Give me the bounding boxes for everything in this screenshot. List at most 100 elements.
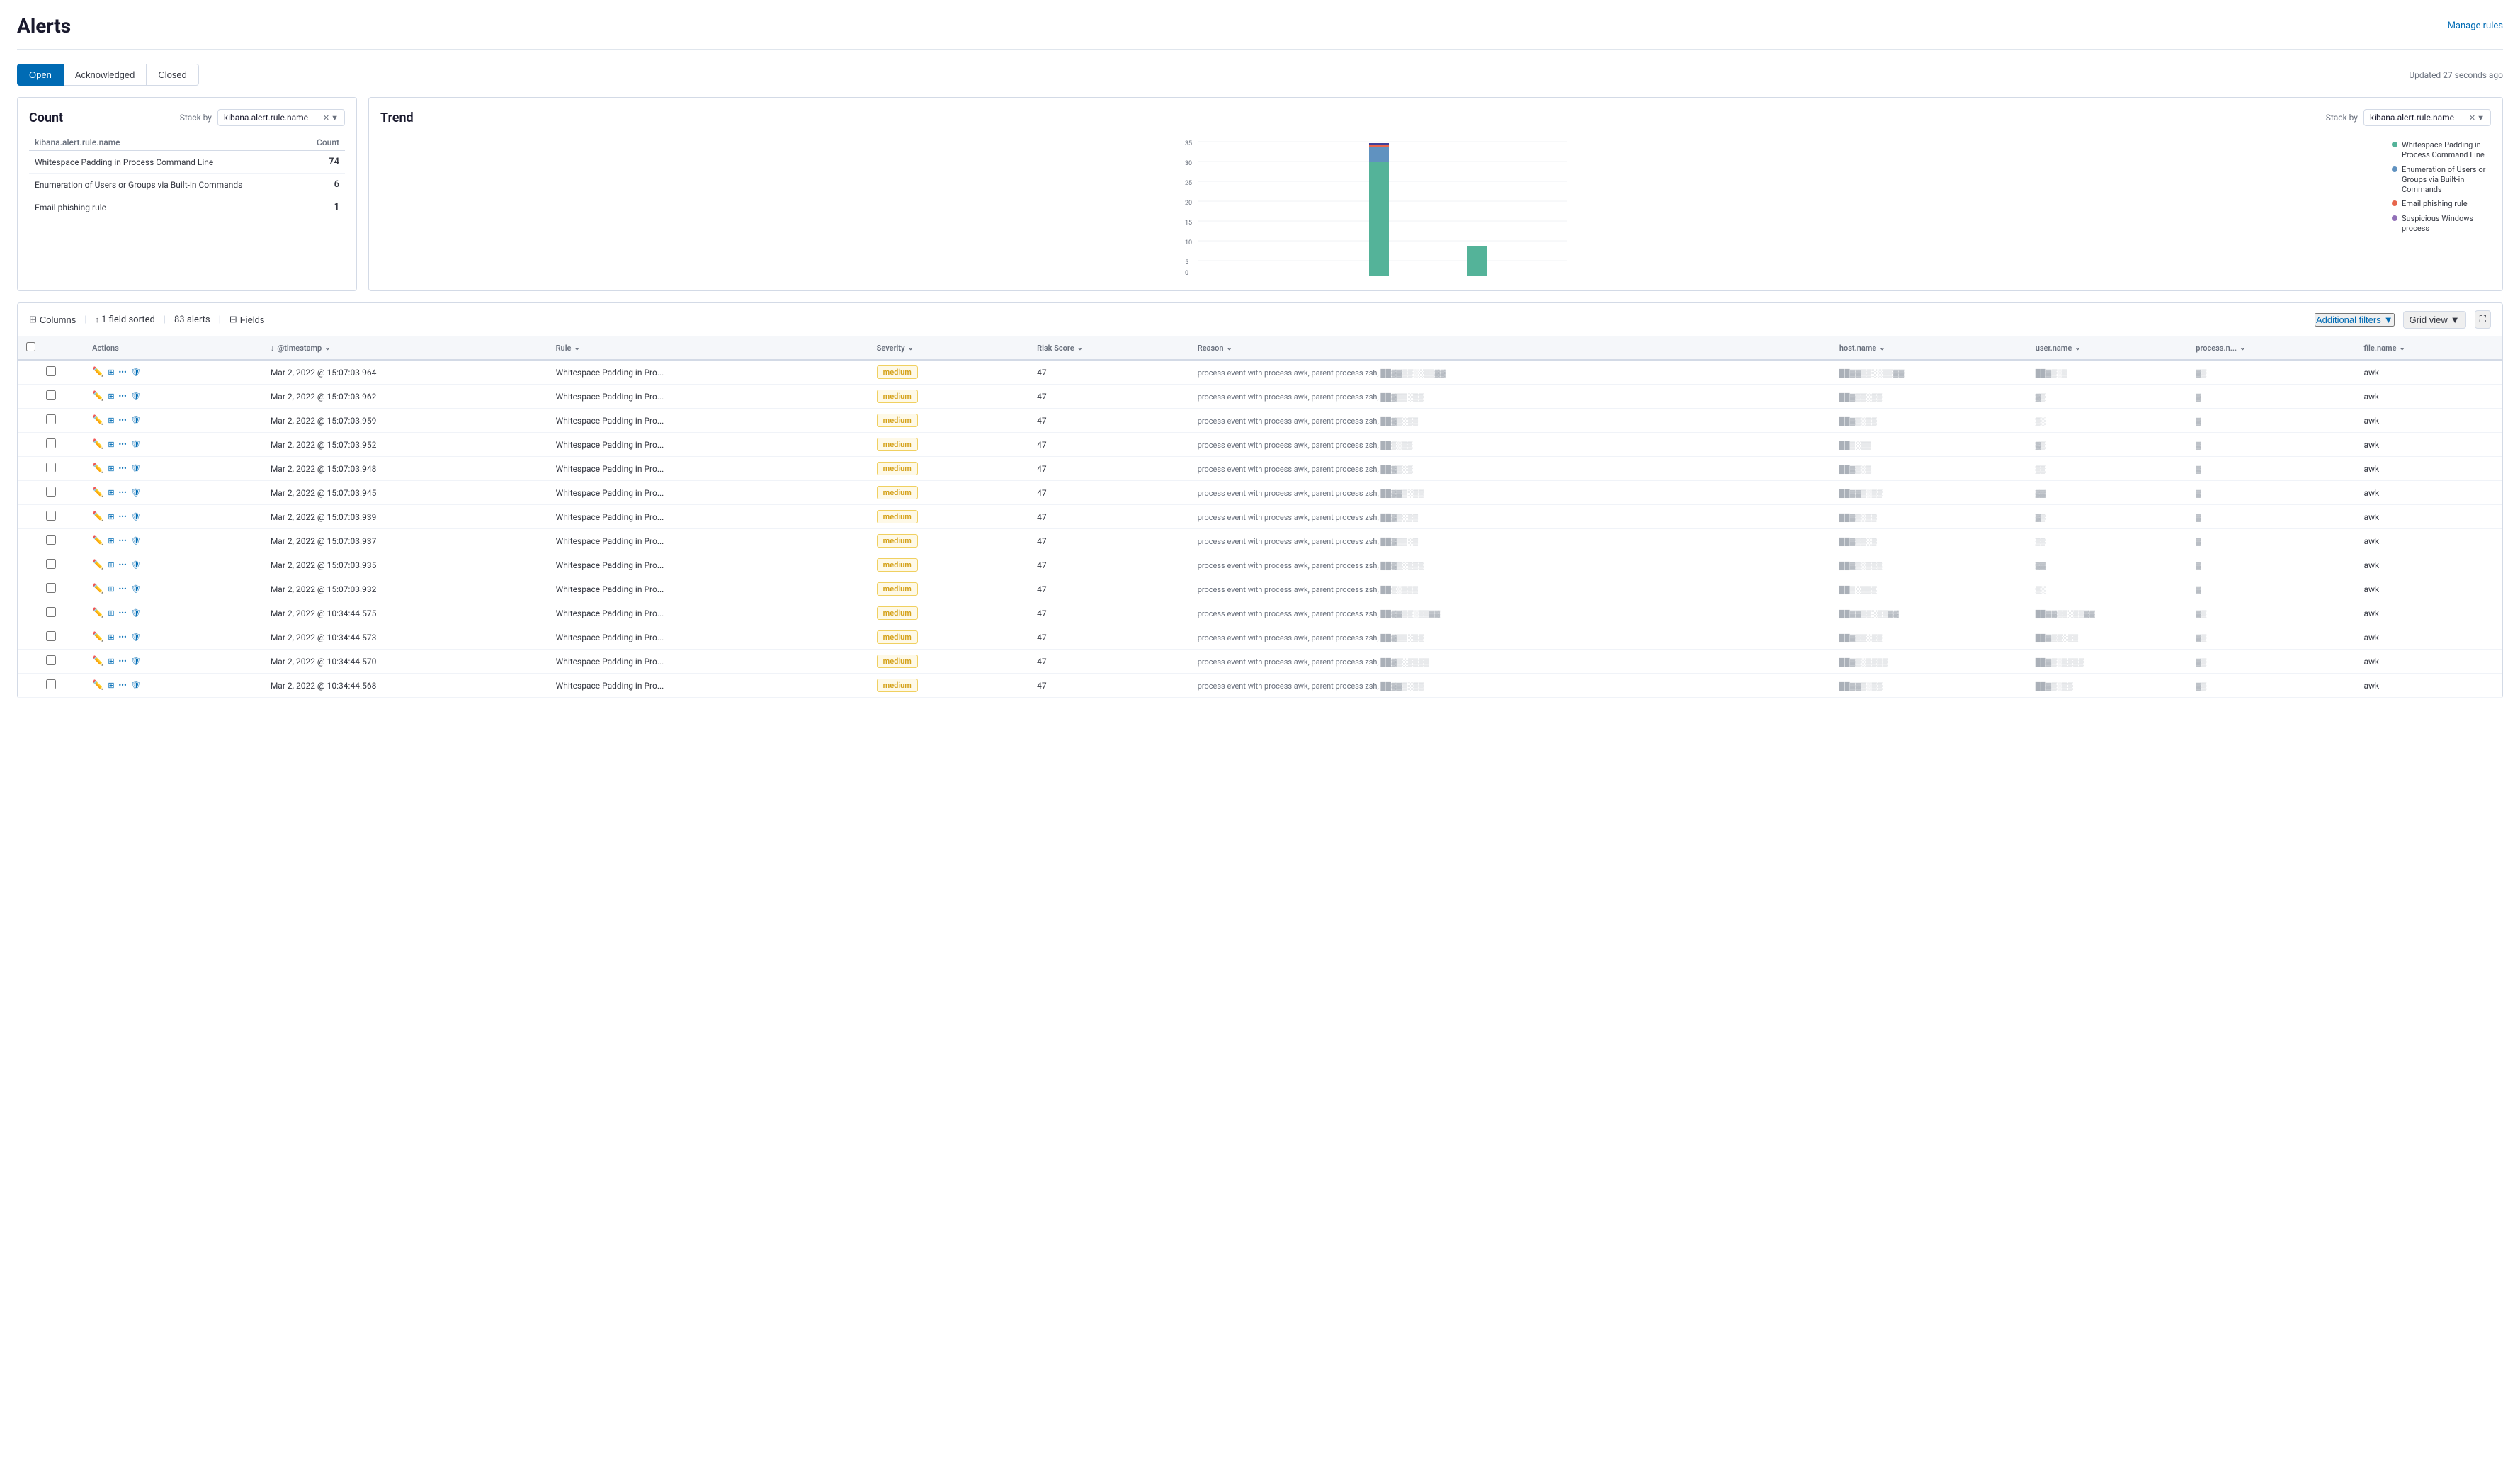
edit-icon[interactable]: ✏️ — [92, 463, 103, 474]
investigate-icon[interactable]: ⊞ — [108, 633, 114, 642]
row-checkbox[interactable] — [46, 511, 56, 521]
edit-icon[interactable]: ✏️ — [92, 391, 103, 402]
more-icon[interactable]: ••• — [119, 512, 127, 521]
alert-icon[interactable]: 🛡 — [131, 633, 141, 642]
trend-stack-by-select[interactable]: kibana.alert.rule.name ✕ ▼ — [2363, 109, 2491, 126]
more-icon[interactable]: ••• — [119, 368, 127, 377]
more-icon[interactable]: ••• — [119, 416, 127, 425]
tab-acknowledged[interactable]: Acknowledged — [64, 64, 147, 86]
header-rule[interactable]: Rule ⌄ — [547, 336, 868, 360]
manage-rules-link[interactable]: Manage rules — [2448, 21, 2503, 31]
edit-icon[interactable]: ✏️ — [92, 656, 103, 667]
edit-icon[interactable]: ✏️ — [92, 439, 103, 450]
tab-closed[interactable]: Closed — [147, 64, 198, 86]
edit-icon[interactable]: ✏️ — [92, 560, 103, 570]
edit-icon[interactable]: ✏️ — [92, 608, 103, 618]
investigate-icon[interactable]: ⊞ — [108, 368, 114, 377]
header-riskscore[interactable]: Risk Score ⌄ — [1028, 336, 1189, 360]
header-username[interactable]: user.name ⌄ — [2027, 336, 2188, 360]
investigate-icon[interactable]: ⊞ — [108, 512, 114, 521]
edit-icon[interactable]: ✏️ — [92, 584, 103, 594]
trend-chevron-down-icon[interactable]: ▼ — [2477, 113, 2485, 123]
header-filename[interactable]: file.name ⌄ — [2355, 336, 2502, 360]
trend-clear-icon[interactable]: ✕ — [2469, 113, 2475, 123]
header-hostname[interactable]: host.name ⌄ — [1831, 336, 2027, 360]
investigate-icon[interactable]: ⊞ — [108, 657, 114, 666]
header-process[interactable]: process.n... ⌄ — [2187, 336, 2355, 360]
more-icon[interactable]: ••• — [119, 464, 127, 473]
row-checkbox[interactable] — [46, 559, 56, 569]
edit-icon[interactable]: ✏️ — [92, 632, 103, 642]
edit-icon[interactable]: ✏️ — [92, 680, 103, 691]
edit-icon[interactable]: ✏️ — [92, 487, 103, 498]
more-icon[interactable]: ••• — [119, 560, 127, 570]
alert-icon[interactable]: 🛡 — [131, 681, 141, 690]
alert-icon[interactable]: 🛡 — [131, 512, 141, 521]
edit-icon[interactable]: ✏️ — [92, 367, 103, 378]
more-icon[interactable]: ••• — [119, 633, 127, 642]
count-stack-by-select[interactable]: kibana.alert.rule.name ✕ ▼ — [217, 109, 345, 126]
more-icon[interactable]: ••• — [119, 681, 127, 690]
row-checkbox[interactable] — [46, 463, 56, 472]
more-icon[interactable]: ••• — [119, 488, 127, 497]
columns-button[interactable]: ⊞ Columns — [29, 314, 76, 325]
investigate-icon[interactable]: ⊞ — [108, 464, 114, 473]
row-rule: Whitespace Padding in Pro... — [547, 457, 868, 481]
select-all-checkbox[interactable] — [26, 342, 35, 351]
more-icon[interactable]: ••• — [119, 608, 127, 618]
more-icon[interactable]: ••• — [119, 392, 127, 401]
alert-icon[interactable]: 🛡 — [131, 416, 141, 425]
investigate-icon[interactable]: ⊞ — [108, 560, 114, 570]
investigate-icon[interactable]: ⊞ — [108, 416, 114, 425]
row-checkbox[interactable] — [46, 535, 56, 545]
trend-chart: 35 30 25 20 15 10 5 0 — [380, 135, 2386, 279]
alert-icon[interactable]: 🛡 — [131, 584, 141, 594]
more-icon[interactable]: ••• — [119, 440, 127, 449]
alert-icon[interactable]: 🛡 — [131, 368, 141, 377]
row-checkbox[interactable] — [46, 583, 56, 593]
investigate-icon[interactable]: ⊞ — [108, 681, 114, 690]
more-icon[interactable]: ••• — [119, 536, 127, 545]
investigate-icon[interactable]: ⊞ — [108, 440, 114, 449]
tab-open[interactable]: Open — [17, 64, 64, 86]
row-checkbox-cell — [18, 674, 84, 698]
row-rule: Whitespace Padding in Pro... — [547, 553, 868, 577]
row-checkbox[interactable] — [46, 414, 56, 424]
clear-icon[interactable]: ✕ — [323, 113, 329, 123]
header-severity[interactable]: Severity ⌄ — [868, 336, 1029, 360]
additional-filters-button[interactable]: Additional filters ▼ — [2315, 313, 2395, 327]
row-checkbox[interactable] — [46, 655, 56, 665]
investigate-icon[interactable]: ⊞ — [108, 488, 114, 497]
edit-icon[interactable]: ✏️ — [92, 511, 103, 522]
fullscreen-button[interactable]: ⛶ — [2475, 310, 2491, 329]
alert-icon[interactable]: 🛡 — [131, 657, 141, 666]
alert-icon[interactable]: 🛡 — [131, 488, 141, 497]
row-checkbox[interactable] — [46, 487, 56, 497]
row-checkbox[interactable] — [46, 390, 56, 400]
grid-view-button[interactable]: Grid view ▼ — [2403, 311, 2466, 329]
alert-icon[interactable]: 🛡 — [131, 392, 141, 401]
edit-icon[interactable]: ✏️ — [92, 536, 103, 546]
investigate-icon[interactable]: ⊞ — [108, 392, 114, 401]
header-reason[interactable]: Reason ⌄ — [1189, 336, 1831, 360]
alert-icon[interactable]: 🛡 — [131, 440, 141, 449]
chevron-down-icon[interactable]: ▼ — [331, 113, 339, 123]
edit-icon[interactable]: ✏️ — [92, 415, 103, 426]
alert-icon[interactable]: 🛡 — [131, 464, 141, 473]
row-username: ██▓▒░▒▒ — [2027, 674, 2188, 698]
investigate-icon[interactable]: ⊞ — [108, 608, 114, 618]
row-checkbox[interactable] — [46, 438, 56, 448]
header-timestamp[interactable]: ↓ @timestamp ⌄ — [262, 336, 547, 360]
row-checkbox[interactable] — [46, 366, 56, 376]
row-checkbox[interactable] — [46, 631, 56, 641]
investigate-icon[interactable]: ⊞ — [108, 536, 114, 545]
alert-icon[interactable]: 🛡 — [131, 560, 141, 570]
investigate-icon[interactable]: ⊞ — [108, 584, 114, 594]
row-checkbox[interactable] — [46, 607, 56, 617]
alert-icon[interactable]: 🛡 — [131, 608, 141, 618]
row-checkbox[interactable] — [46, 679, 56, 689]
fields-button[interactable]: ⊟ Fields — [229, 314, 265, 325]
alert-icon[interactable]: 🛡 — [131, 536, 141, 545]
more-icon[interactable]: ••• — [119, 657, 127, 666]
more-icon[interactable]: ••• — [119, 584, 127, 594]
